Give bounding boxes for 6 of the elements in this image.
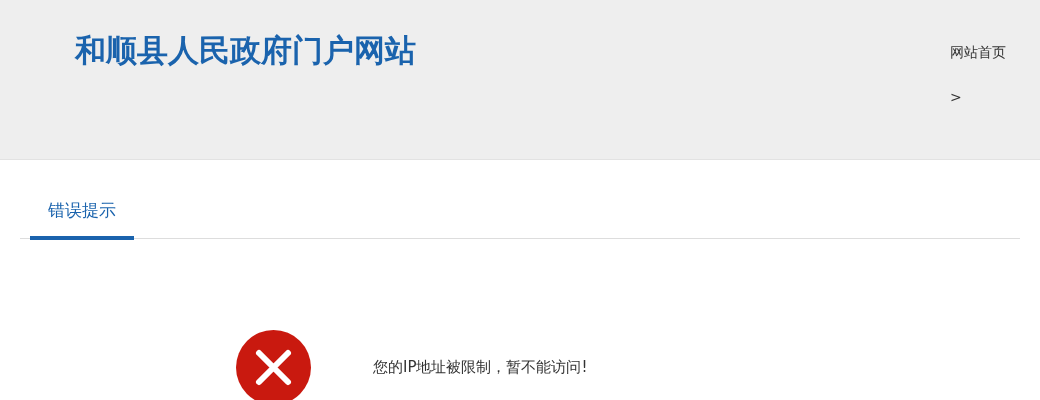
error-icon [236, 329, 311, 400]
nav-link[interactable]: > [950, 87, 1006, 108]
site-title: 和顺县人民政府门户网站 [73, 31, 416, 70]
error-message: 您的IP地址被限制，暂不能访问! [373, 356, 588, 378]
tab[interactable]: 错误提示 [30, 190, 134, 240]
nav-link[interactable]: 网站首页 [950, 42, 1006, 63]
